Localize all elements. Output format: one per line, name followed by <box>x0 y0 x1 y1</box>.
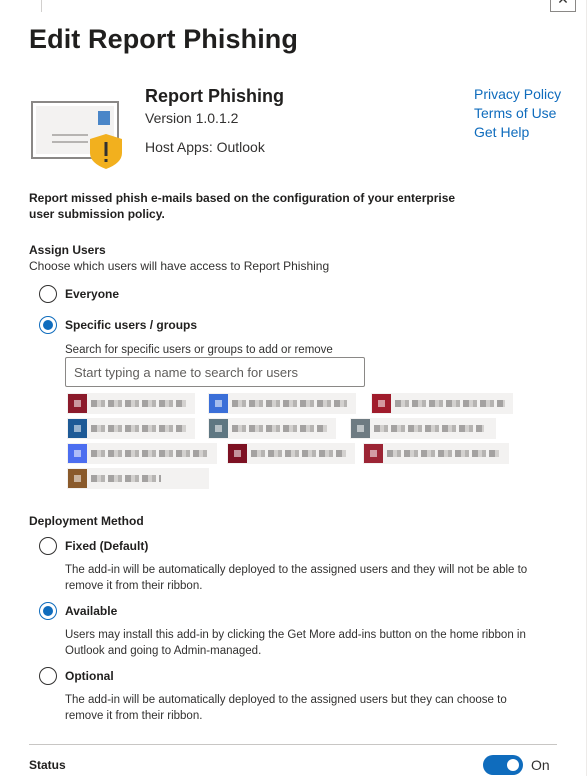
radio-button[interactable] <box>39 537 57 555</box>
avatar <box>209 419 228 438</box>
redacted-name <box>395 400 505 407</box>
app-description: Report missed phish e-mails based on the… <box>29 191 456 221</box>
avatar <box>209 394 228 413</box>
fixed-description: The add-in will be automatically deploye… <box>65 564 528 592</box>
status-toggle[interactable] <box>483 755 523 775</box>
user-chip[interactable] <box>363 443 509 464</box>
avatar <box>68 394 87 413</box>
deployment-method-heading: Deployment Method <box>29 514 144 528</box>
envelope-warning-icon <box>30 97 126 171</box>
available-description: Users may install this add-in by clickin… <box>65 629 526 657</box>
redacted-name <box>374 425 484 432</box>
radio-fixed[interactable]: Fixed (Default) <box>39 537 148 555</box>
avatar <box>364 444 383 463</box>
assign-users-heading: Assign Users <box>29 243 106 257</box>
toggle-knob <box>507 759 519 771</box>
privacy-policy-link[interactable]: Privacy Policy <box>474 85 561 104</box>
user-chip[interactable] <box>67 468 209 489</box>
assign-users-subheading: Choose which users will have access to R… <box>29 259 330 273</box>
host-apps: Host Apps: Outlook <box>145 139 265 155</box>
radio-label: Specific users / groups <box>65 318 198 332</box>
radio-available[interactable]: Available <box>39 602 117 620</box>
user-chip[interactable] <box>371 393 513 414</box>
page-title: Edit Report Phishing <box>29 24 298 54</box>
user-search-input[interactable] <box>65 357 365 387</box>
user-chip[interactable] <box>350 418 496 439</box>
avatar <box>68 469 87 488</box>
avatar <box>351 419 370 438</box>
user-chip[interactable] <box>67 443 217 464</box>
radio-button[interactable] <box>39 285 57 303</box>
get-help-link[interactable]: Get Help <box>474 123 561 142</box>
user-chip[interactable] <box>67 393 195 414</box>
user-chip[interactable] <box>227 443 355 464</box>
radio-specific-users[interactable]: Specific users / groups <box>39 316 197 334</box>
radio-button[interactable] <box>39 316 57 334</box>
user-chip[interactable] <box>208 393 356 414</box>
redacted-name <box>91 450 209 457</box>
status-toggle-label: On <box>531 757 550 773</box>
avatar <box>372 394 391 413</box>
optional-description: The add-in will be automatically deploye… <box>65 694 507 722</box>
redacted-name <box>232 400 347 407</box>
close-icon: ✕ <box>557 0 569 8</box>
app-name: Report Phishing <box>145 86 284 106</box>
redacted-name <box>232 425 327 432</box>
redacted-name <box>251 450 346 457</box>
radio-button[interactable] <box>39 602 57 620</box>
redacted-name <box>91 425 186 432</box>
top-scrollbar[interactable] <box>41 0 42 12</box>
redacted-name <box>91 475 161 482</box>
radio-label: Optional <box>65 669 114 683</box>
radio-button[interactable] <box>39 667 57 685</box>
redacted-name <box>387 450 499 457</box>
avatar <box>68 419 87 438</box>
radio-label: Fixed (Default) <box>65 539 149 553</box>
close-button[interactable]: ✕ <box>550 0 576 12</box>
search-hint: Search for specific users or groups to a… <box>65 344 333 356</box>
divider <box>29 744 557 745</box>
radio-everyone[interactable]: Everyone <box>39 285 119 303</box>
app-version: Version 1.0.1.2 <box>145 110 239 126</box>
avatar <box>228 444 247 463</box>
radio-label: Everyone <box>65 287 120 301</box>
radio-optional[interactable]: Optional <box>39 667 114 685</box>
user-chip[interactable] <box>67 418 195 439</box>
app-links: Privacy Policy Terms of Use Get Help <box>474 85 561 142</box>
user-chip[interactable] <box>208 418 336 439</box>
redacted-name <box>91 400 186 407</box>
status-label: Status <box>29 758 66 772</box>
avatar <box>68 444 87 463</box>
radio-label: Available <box>65 604 118 618</box>
terms-of-use-link[interactable]: Terms of Use <box>474 104 561 123</box>
